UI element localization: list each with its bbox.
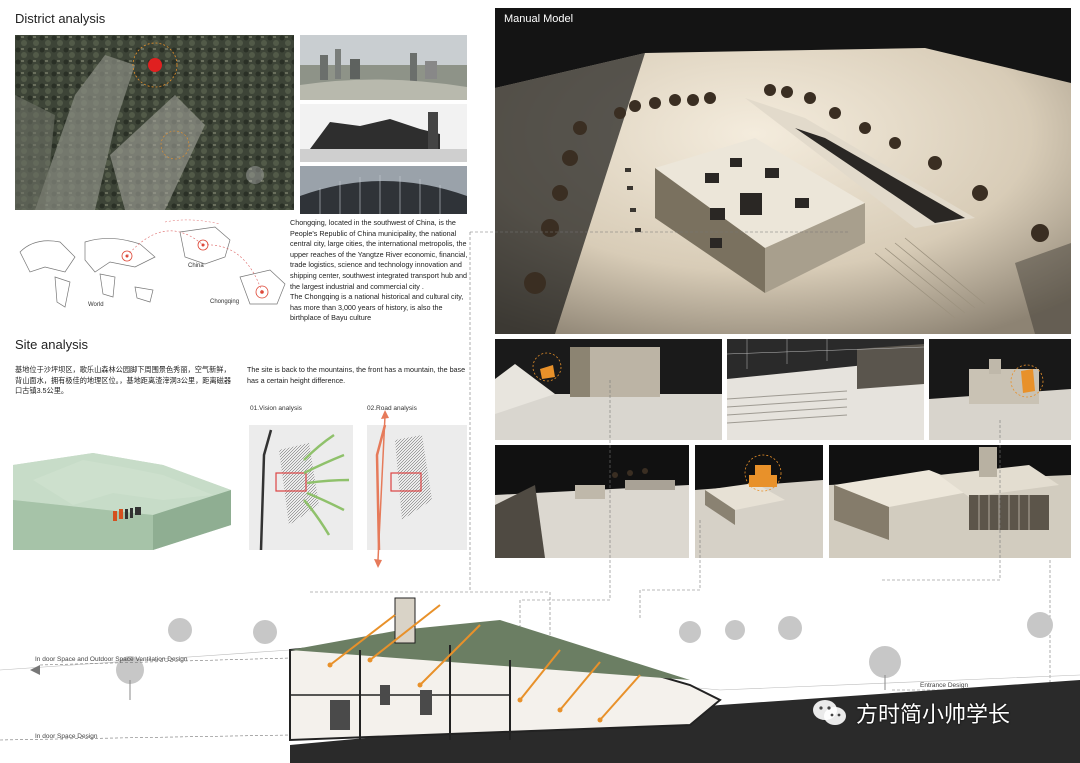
watermark: 方时简小帅学长 — [812, 697, 1010, 729]
wechat-icon — [813, 700, 846, 725]
ventilation-label: In door Space and Outdoor Space Ventilat… — [35, 656, 188, 663]
entrance-label: Entrance Design — [920, 682, 969, 689]
watermark-text: 方时简小帅学长 — [856, 703, 1011, 728]
indoor-label: In door Space Design — [35, 733, 98, 740]
building-section — [0, 590, 1080, 763]
